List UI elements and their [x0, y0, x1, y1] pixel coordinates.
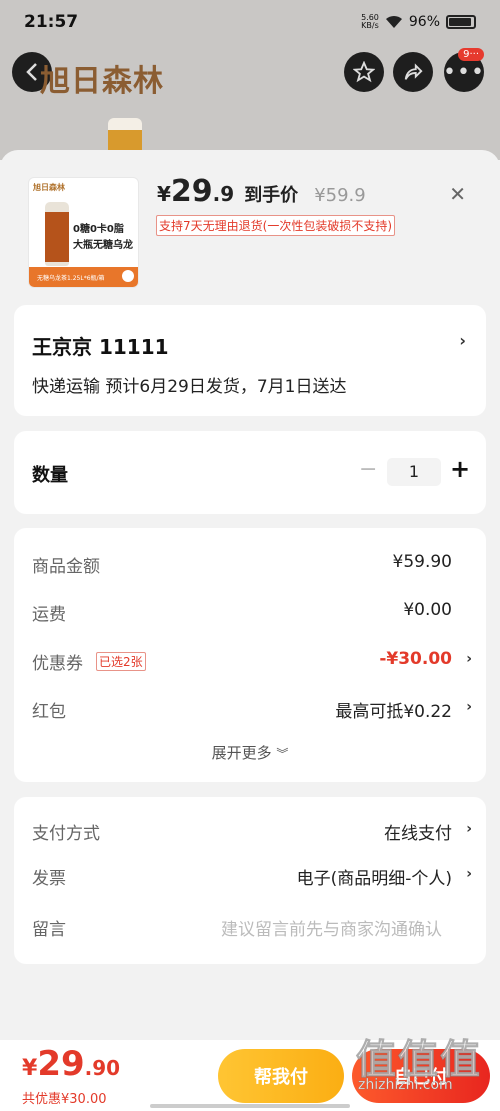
quantity-plus-button[interactable]: + — [450, 455, 470, 483]
home-indicator[interactable] — [150, 1104, 350, 1108]
goods-amount: ¥59.90 — [392, 552, 452, 572]
chevron-right-icon: › — [466, 699, 472, 715]
more-dots-icon: ••• — [443, 59, 485, 85]
thumb-product-name: 大瓶无糖乌龙 — [73, 240, 133, 251]
coupon-row[interactable]: 优惠券 已选2张 -¥30.00 › — [32, 649, 472, 679]
final-price-integer: 29 — [170, 174, 213, 209]
share-icon — [404, 63, 423, 80]
fee-card: 商品金额 ¥59.90 运费 ¥0.00 优惠券 已选2张 -¥30.00 › … — [14, 528, 486, 782]
bottom-action-bar: ¥ 29 .90 共优惠¥30.00 帮我付 自己付 — [0, 1040, 500, 1111]
thumb-strip: 无糖乌龙茶1.25L*6瓶/箱 — [29, 267, 138, 287]
red-packet-row[interactable]: 红包 最高可抵¥0.22 › — [32, 697, 472, 727]
status-bar: 21:57 5.60 KB/s 96% — [0, 0, 500, 44]
original-price: ¥59.9 — [314, 185, 366, 206]
more-button[interactable]: ••• 9··· — [443, 48, 485, 92]
chevron-right-icon: › — [466, 821, 472, 837]
battery-percent: 96% — [408, 14, 440, 30]
order-sheet: 旭日森林 0糖0卡0脂 大瓶无糖乌龙 无糖乌龙茶1.25L*6瓶/箱 ¥ 29 … — [0, 150, 500, 1111]
address-card[interactable]: 王京京 11111 快递运输 预计6月29日发货，7月1日送达 › — [14, 305, 486, 416]
quantity-card: 数量 − 1 + — [14, 431, 486, 514]
coupon-discount: -¥30.00 — [379, 649, 452, 669]
payment-card: 支付方式 在线支付 › 发票 电子(商品明细-个人) › 留言 建议留言前先与商… — [14, 797, 486, 964]
message-input[interactable]: 建议留言前先与商家沟通确认 — [221, 915, 442, 940]
final-price-label: 到手价 — [244, 185, 299, 206]
goods-amount-row: 商品金额 ¥59.90 — [32, 552, 452, 577]
help-me-pay-button[interactable]: 帮我付 — [218, 1049, 344, 1103]
background-page: 21:57 5.60 KB/s 96% 旭日森林 ••• 9··· — [0, 0, 500, 160]
chevron-right-icon: › — [466, 651, 472, 667]
favorite-button[interactable] — [344, 52, 384, 92]
share-button[interactable] — [393, 52, 433, 92]
product-summary: 旭日森林 0糖0卡0脂 大瓶无糖乌龙 无糖乌龙茶1.25L*6瓶/箱 ¥ 29 … — [0, 150, 500, 300]
shipping-row: 运费 ¥0.00 — [32, 600, 452, 625]
coupon-selected-tag: 已选2张 — [96, 652, 146, 671]
expand-more-button[interactable]: 展开更多 ︾ — [14, 742, 486, 763]
background-nav: 旭日森林 ••• 9··· — [0, 48, 500, 99]
star-icon — [353, 61, 375, 83]
return-policy-tag: 支持7天无理由退货(一次性包装破损不支持) — [156, 215, 395, 236]
bottle-icon — [45, 202, 69, 266]
payment-method-row[interactable]: 支付方式 在线支付 › — [32, 819, 472, 849]
chevron-left-icon — [26, 63, 37, 81]
payment-method: 在线支付 — [384, 824, 452, 844]
recipient-name: 王京京 11111 — [32, 335, 169, 359]
magnifier-icon — [122, 270, 134, 282]
delivery-estimate: 快递运输 预计6月29日发货，7月1日送达 — [32, 377, 347, 397]
chevron-down-icon: ︾ — [276, 747, 289, 761]
final-price-decimal: .9 — [212, 182, 235, 206]
price-row: ¥ 29 .9 到手价 ¥59.9 — [157, 174, 366, 209]
status-icons: 5.60 KB/s 96% — [361, 14, 476, 30]
quantity-input[interactable]: 1 — [387, 458, 441, 486]
thumb-brand: 旭日森林 — [33, 183, 65, 192]
quantity-label: 数量 — [32, 465, 68, 486]
total-price: ¥ 29 .90 — [22, 1044, 121, 1084]
brand-logo: 旭日森林 — [40, 64, 164, 99]
battery-icon — [446, 15, 476, 29]
product-thumbnail[interactable]: 旭日森林 0糖0卡0脂 大瓶无糖乌龙 无糖乌龙茶1.25L*6瓶/箱 — [28, 177, 139, 288]
thumb-tagline: 0糖0卡0脂 — [73, 224, 124, 235]
invoice-type: 电子(商品明细-个人) — [296, 869, 452, 889]
wifi-icon — [385, 15, 402, 28]
invoice-row[interactable]: 发票 电子(商品明细-个人) › — [32, 864, 472, 894]
red-packet-value: 最高可抵¥0.22 — [335, 702, 452, 722]
pay-myself-button[interactable]: 自己付 — [352, 1049, 490, 1103]
total-discount: 共优惠¥30.00 — [22, 1092, 107, 1107]
status-time: 21:57 — [24, 12, 79, 32]
shipping-fee: ¥0.00 — [403, 600, 452, 620]
quantity-minus-button[interactable]: − — [359, 457, 377, 482]
message-row[interactable]: 留言 建议留言前先与商家沟通确认 — [32, 915, 472, 945]
network-speed: 5.60 KB/s — [361, 13, 379, 30]
close-icon[interactable]: ✕ — [449, 182, 466, 206]
notification-badge: 9··· — [458, 48, 484, 61]
chevron-right-icon: › — [459, 331, 466, 350]
chevron-right-icon: › — [466, 866, 472, 882]
